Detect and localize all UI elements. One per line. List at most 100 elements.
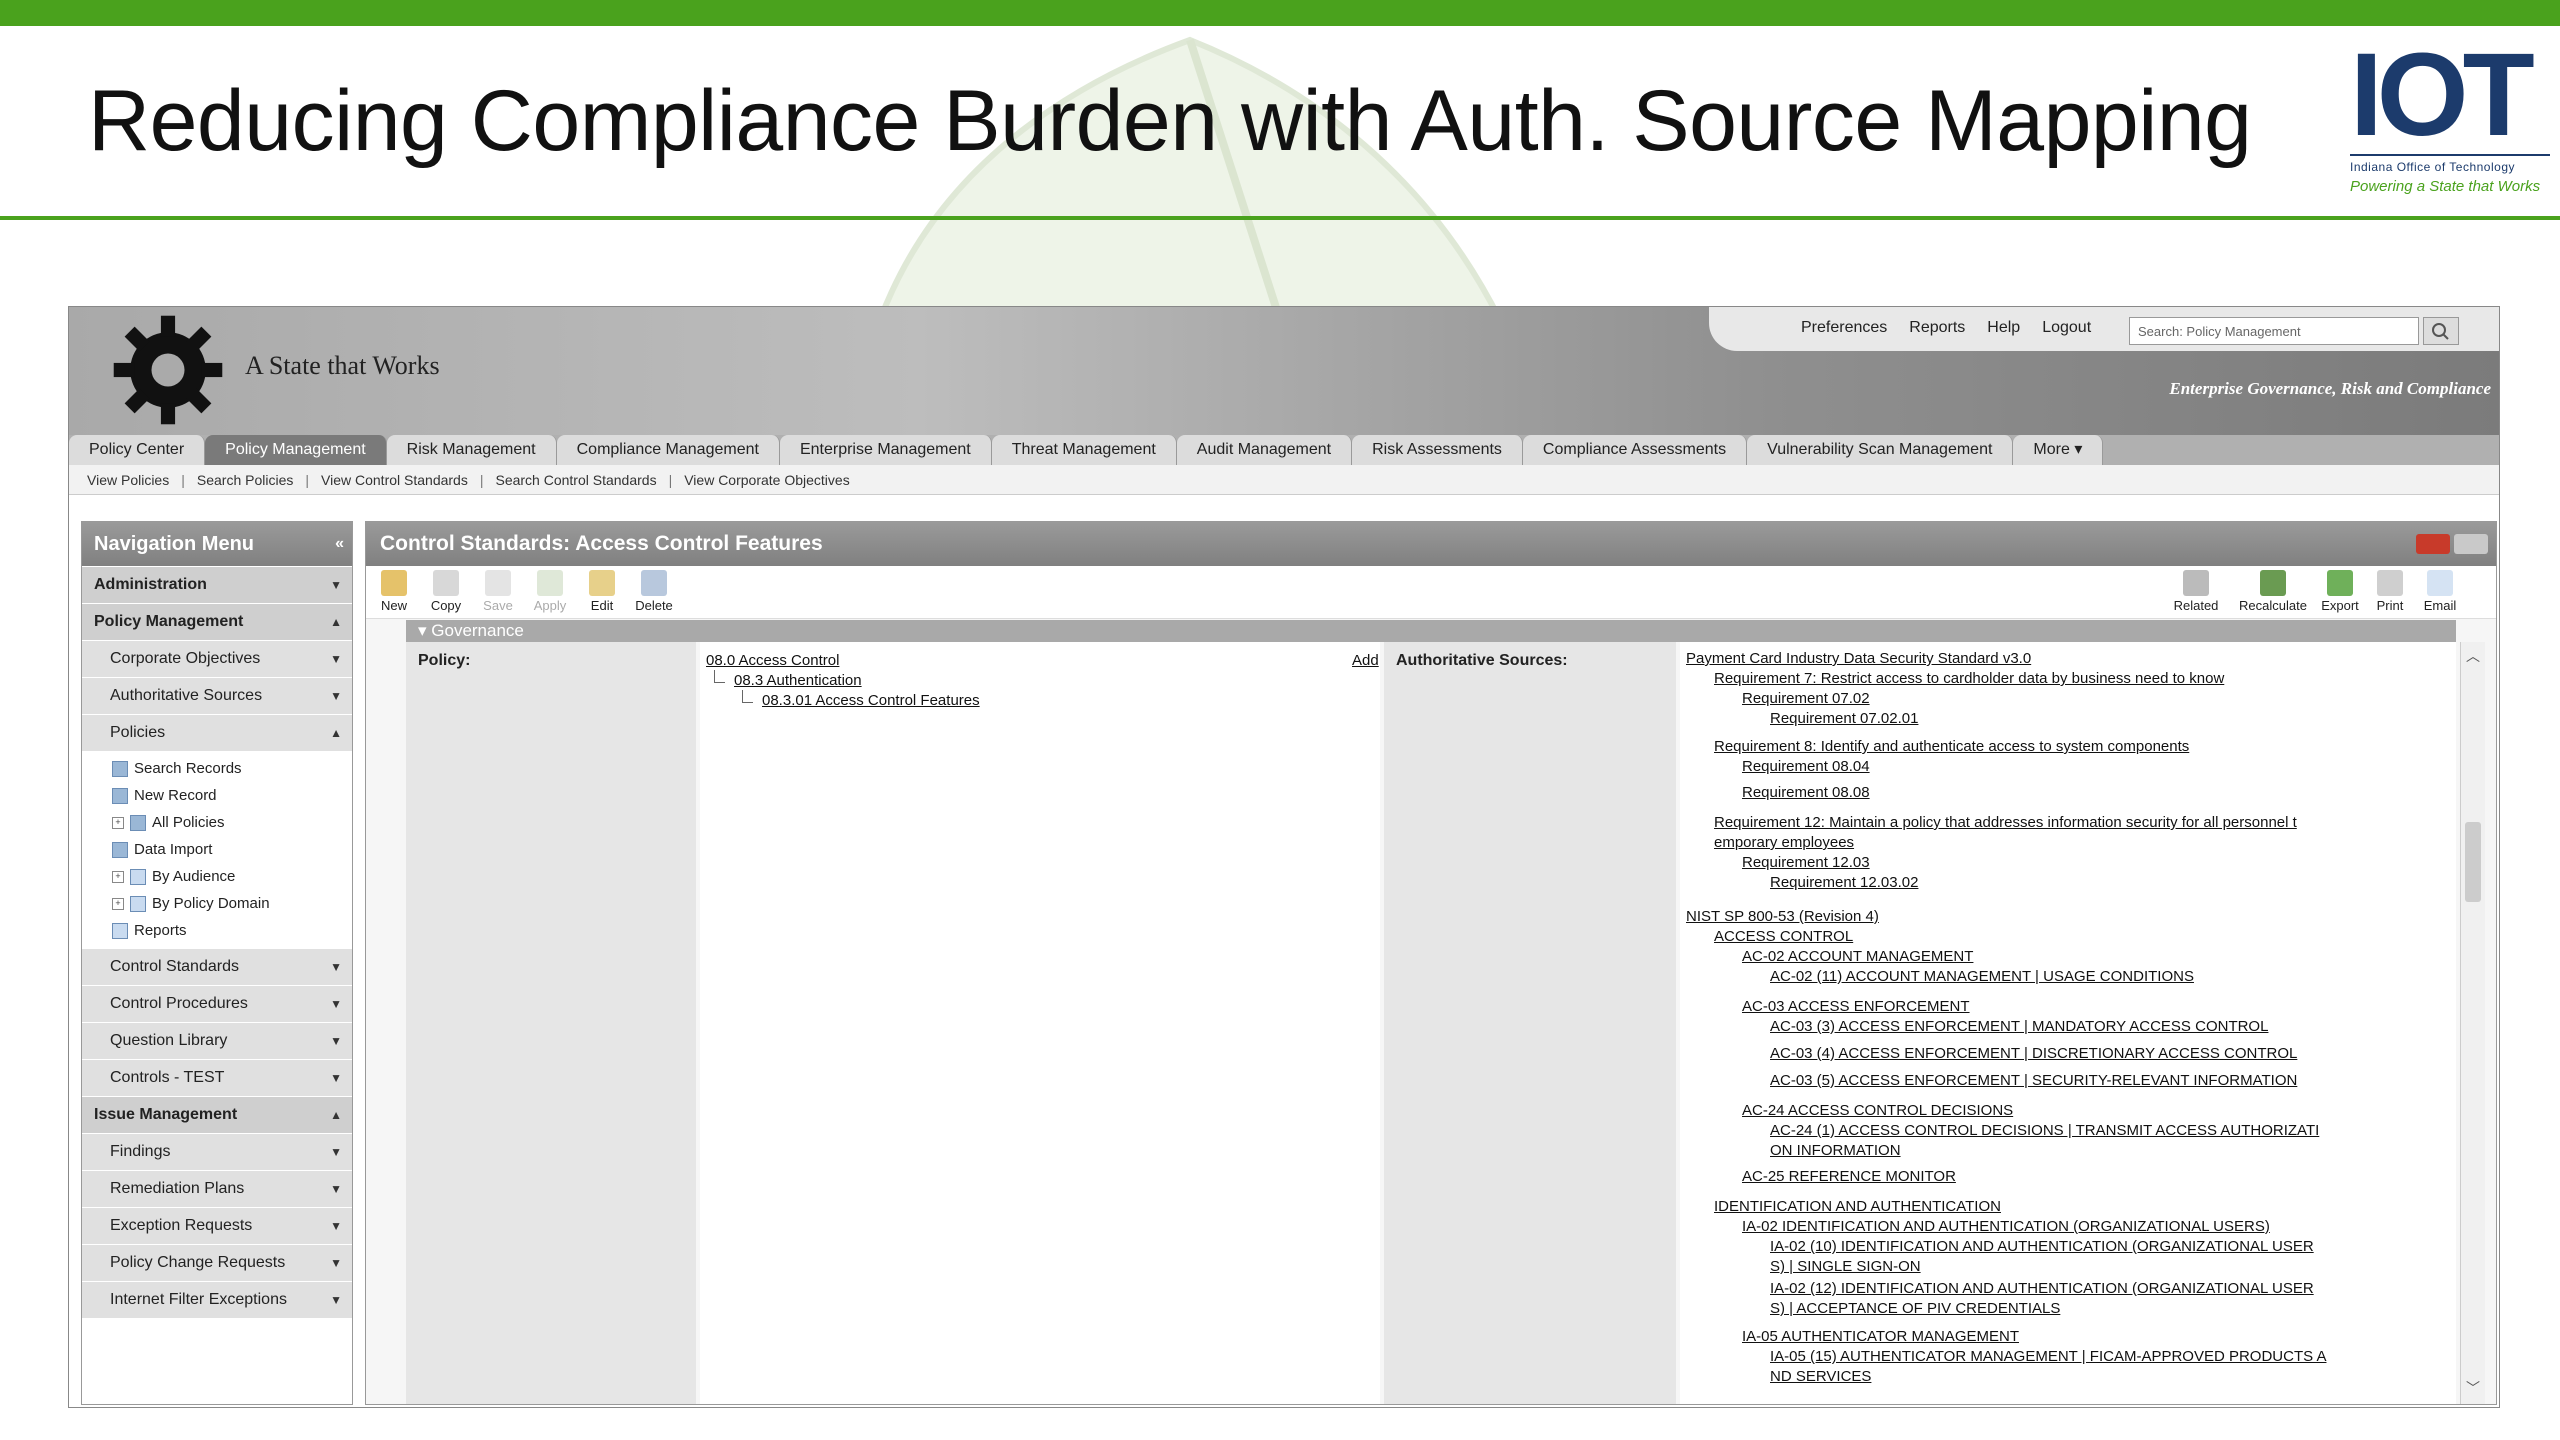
auth-link[interactable]: AC-03 (5) ACCESS ENFORCEMENT | SECURITY-… <box>1770 1072 2297 1089</box>
tab-enterprise-management[interactable]: Enterprise Management <box>779 435 992 465</box>
view-control-standards-link[interactable]: View Control Standards <box>321 472 468 488</box>
auth-link[interactable]: Requirement 12: Maintain a policy that a… <box>1714 814 2297 831</box>
auth-link[interactable]: S) | ACCEPTANCE OF PIV CREDENTIALS <box>1770 1300 2060 1317</box>
auth-link[interactable]: AC-02 ACCOUNT MANAGEMENT <box>1742 948 1973 965</box>
auth-link[interactable]: Requirement 08.04 <box>1742 758 1870 775</box>
tab-policy-center[interactable]: Policy Center <box>69 435 206 465</box>
search-button[interactable] <box>2423 317 2459 345</box>
nav-item-control-standards[interactable]: Control Standards ▼ <box>82 948 352 985</box>
tab-risk-management[interactable]: Risk Management <box>386 435 557 465</box>
auth-link[interactable]: AC-24 (1) ACCESS CONTROL DECISIONS | TRA… <box>1770 1122 2319 1139</box>
auth-link[interactable]: Requirement 08.08 <box>1742 784 1870 801</box>
nav-group-issue-management[interactable]: Issue Management ▲ <box>82 1096 352 1133</box>
restore-button[interactable] <box>2454 534 2488 554</box>
section-governance[interactable]: ▾ Governance <box>406 620 2456 642</box>
tree-item-data-import[interactable]: Data Import <box>112 836 352 863</box>
auth-link[interactable]: IA-05 AUTHENTICATOR MANAGEMENT <box>1742 1328 2019 1345</box>
nav-item-exception-requests[interactable]: Exception Requests ▼ <box>82 1207 352 1244</box>
policy-link-access-control[interactable]: 08.0 Access Control <box>706 652 839 669</box>
nav-group-administration[interactable]: Administration ▼ <box>82 566 352 603</box>
close-button[interactable] <box>2416 534 2450 554</box>
preferences-link[interactable]: Preferences <box>1801 319 1887 337</box>
search-input[interactable]: Search: Policy Management <box>2129 317 2419 345</box>
recalculate-button[interactable]: Recalculate <box>2232 570 2314 613</box>
tab-compliance-assessments[interactable]: Compliance Assessments <box>1522 435 1748 465</box>
apply-button[interactable]: Apply <box>528 570 572 613</box>
auth-link[interactable]: IA-02 (10) IDENTIFICATION AND AUTHENTICA… <box>1770 1238 2314 1255</box>
auth-link[interactable]: AC-25 REFERENCE MONITOR <box>1742 1168 1956 1185</box>
auth-link[interactable]: Payment Card Industry Data Security Stan… <box>1686 650 2031 667</box>
tab-vulnerability-scan-management[interactable]: Vulnerability Scan Management <box>1747 435 2014 465</box>
tab-audit-management[interactable]: Audit Management <box>1176 435 1353 465</box>
tab-threat-management[interactable]: Threat Management <box>991 435 1177 465</box>
nav-item-authoritative-sources[interactable]: Authoritative Sources ▼ <box>82 677 352 714</box>
tree-item-by-audience[interactable]: + By Audience <box>112 863 352 890</box>
auth-link[interactable]: Requirement 12.03 <box>1742 854 1870 871</box>
auth-link[interactable]: AC-03 (3) ACCESS ENFORCEMENT | MANDATORY… <box>1770 1018 2268 1035</box>
auth-link[interactable]: NIST SP 800-53 (Revision 4) <box>1686 908 1879 925</box>
tree-item-by-policy-domain[interactable]: + By Policy Domain <box>112 890 352 917</box>
tree-item-new-record[interactable]: New Record <box>112 782 352 809</box>
auth-link[interactable]: AC-03 ACCESS ENFORCEMENT <box>1742 998 1970 1015</box>
save-button[interactable]: Save <box>476 570 520 613</box>
auth-link[interactable]: IDENTIFICATION AND AUTHENTICATION <box>1714 1198 2001 1215</box>
scroll-up-icon[interactable]: ︿ <box>2466 646 2480 666</box>
new-button[interactable]: New <box>372 570 416 613</box>
auth-link[interactable]: IA-02 (12) IDENTIFICATION AND AUTHENTICA… <box>1770 1280 2314 1297</box>
expand-icon[interactable]: + <box>112 870 124 883</box>
reports-link[interactable]: Reports <box>1909 319 1965 337</box>
nav-group-policy-management[interactable]: Policy Management ▲ <box>82 603 352 640</box>
nav-item-internet-filter-exceptions[interactable]: Internet Filter Exceptions ▼ <box>82 1281 352 1318</box>
edit-button[interactable]: Edit <box>580 570 624 613</box>
auth-link[interactable]: Requirement 07.02 <box>1742 690 1870 707</box>
collapse-icon[interactable]: « <box>335 522 344 566</box>
auth-link[interactable]: S) | SINGLE SIGN-ON <box>1770 1258 1921 1275</box>
auth-link[interactable]: emporary employees <box>1714 834 1854 851</box>
expand-icon[interactable]: + <box>112 816 124 829</box>
tree-item-search-records[interactable]: Search Records <box>112 755 352 782</box>
help-link[interactable]: Help <box>1987 319 2020 337</box>
print-button[interactable]: Print <box>2368 570 2412 613</box>
auth-link[interactable]: AC-03 (4) ACCESS ENFORCEMENT | DISCRETIO… <box>1770 1045 2297 1062</box>
auth-link[interactable]: Requirement 12.03.02 <box>1770 874 1918 891</box>
auth-link[interactable]: AC-02 (11) ACCOUNT MANAGEMENT | USAGE CO… <box>1770 968 2194 985</box>
delete-button[interactable]: Delete <box>632 570 676 613</box>
auth-link[interactable]: Requirement 8: Identify and authenticate… <box>1714 738 2189 755</box>
tab-risk-assessments[interactable]: Risk Assessments <box>1352 435 1523 465</box>
scroll-thumb[interactable] <box>2465 822 2481 902</box>
tab-policy-management[interactable]: Policy Management <box>205 435 387 465</box>
auth-link[interactable]: ON INFORMATION <box>1770 1142 1901 1159</box>
view-policies-link[interactable]: View Policies <box>87 472 169 488</box>
tree-item-all-policies[interactable]: + All Policies <box>112 809 352 836</box>
export-button[interactable]: Export <box>2318 570 2362 613</box>
logout-link[interactable]: Logout <box>2042 319 2091 337</box>
vertical-scrollbar[interactable]: ︿ ﹀ <box>2460 642 2485 1404</box>
related-button[interactable]: Related <box>2166 570 2226 613</box>
search-control-standards-link[interactable]: Search Control Standards <box>495 472 656 488</box>
email-button[interactable]: Email <box>2418 570 2462 613</box>
copy-button[interactable]: Copy <box>424 570 468 613</box>
tab-compliance-management[interactable]: Compliance Management <box>556 435 780 465</box>
add-link[interactable]: Add <box>1352 652 1379 669</box>
nav-item-corporate-objectives[interactable]: Corporate Objectives ▼ <box>82 640 352 677</box>
tab-more[interactable]: More ▾ <box>2013 435 2104 465</box>
scroll-down-icon[interactable]: ﹀ <box>2466 1378 2480 1398</box>
policy-link-access-control-features[interactable]: 08.3.01 Access Control Features <box>762 692 980 709</box>
policy-link-authentication[interactable]: 08.3 Authentication <box>734 672 862 689</box>
auth-link[interactable]: ACCESS CONTROL <box>1714 928 1853 945</box>
nav-item-question-library[interactable]: Question Library ▼ <box>82 1022 352 1059</box>
tree-item-reports[interactable]: Reports <box>112 917 352 944</box>
nav-item-controls-test[interactable]: Controls - TEST ▼ <box>82 1059 352 1096</box>
nav-item-control-procedures[interactable]: Control Procedures ▼ <box>82 985 352 1022</box>
auth-link[interactable]: Requirement 7: Restrict access to cardho… <box>1714 670 2224 687</box>
auth-link[interactable]: Requirement 07.02.01 <box>1770 710 1918 727</box>
expand-icon[interactable]: + <box>112 897 124 910</box>
view-corporate-objectives-link[interactable]: View Corporate Objectives <box>684 472 849 488</box>
nav-item-findings[interactable]: Findings ▼ <box>82 1133 352 1170</box>
nav-item-policy-change-requests[interactable]: Policy Change Requests ▼ <box>82 1244 352 1281</box>
auth-link[interactable]: ND SERVICES <box>1770 1368 1871 1385</box>
auth-link[interactable]: AC-24 ACCESS CONTROL DECISIONS <box>1742 1102 2013 1119</box>
auth-link[interactable]: IA-05 (15) AUTHENTICATOR MANAGEMENT | FI… <box>1770 1348 2326 1365</box>
auth-link[interactable]: IA-02 IDENTIFICATION AND AUTHENTICATION … <box>1742 1218 2270 1235</box>
search-policies-link[interactable]: Search Policies <box>197 472 294 488</box>
